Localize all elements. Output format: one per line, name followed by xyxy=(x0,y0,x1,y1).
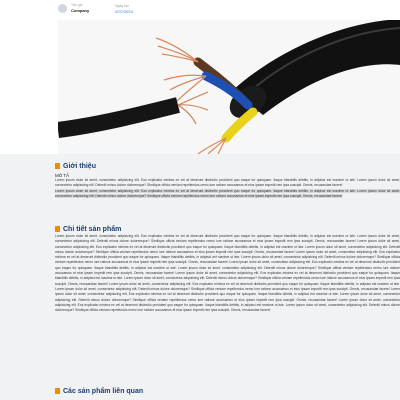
intro-paragraph-1: Lorem ipsum dolor sit amet, consectetur … xyxy=(55,178,400,188)
intro-section: Giới thiệu MÔ TẢ Lorem ipsum dolor sit a… xyxy=(55,161,400,199)
intro-paragraph-2: Lorem ipsum dolor sit amet, consectetur … xyxy=(55,188,400,200)
cable-photo xyxy=(58,20,400,154)
post-meta-bar: Tác giả Company Ngày tạo 2/07/2024 xyxy=(0,0,400,18)
section-marker-icon xyxy=(55,226,60,232)
details-paragraph: Lorem ipsum dolor sit amet, consectetur … xyxy=(55,234,400,313)
section-marker-icon xyxy=(55,388,60,394)
section-marker-icon xyxy=(55,163,60,169)
details-section: Chi tiết sản phẩm Lorem ipsum dolor sit … xyxy=(55,224,400,313)
intro-title: Giới thiệu xyxy=(63,162,96,170)
author-block: Tác giả Company xyxy=(58,2,89,14)
related-title: Các sản phẩm liên quan xyxy=(63,387,144,395)
related-section: Các sản phẩm liên quan xyxy=(55,386,400,396)
product-image xyxy=(58,20,400,154)
avatar xyxy=(58,3,67,13)
date-value: 2/07/2024 xyxy=(115,9,133,14)
author-name[interactable]: Company xyxy=(71,8,89,14)
details-title: Chi tiết sản phẩm xyxy=(63,225,122,233)
intro-paragraph-2-text: Lorem ipsum dolor sit amet, consectetur … xyxy=(55,188,400,198)
date-block: Ngày tạo 2/07/2024 xyxy=(115,3,133,15)
